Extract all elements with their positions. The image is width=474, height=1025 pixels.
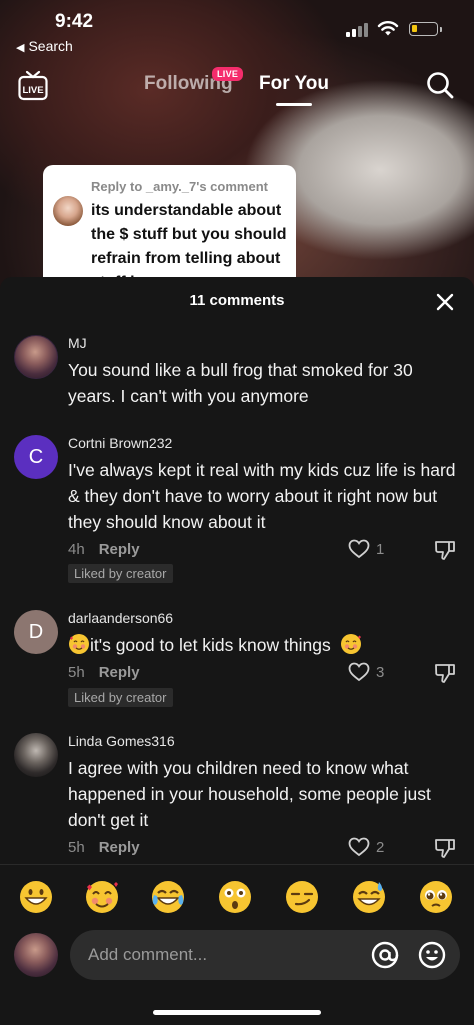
commenter-avatar[interactable] bbox=[14, 733, 58, 777]
pleading-face-icon[interactable] bbox=[418, 879, 454, 915]
heart-icon bbox=[348, 539, 370, 559]
like-button[interactable]: 2 bbox=[348, 837, 384, 857]
cellular-signal-icon bbox=[346, 23, 368, 37]
reply-button[interactable]: Reply bbox=[99, 839, 140, 856]
reply-commenter-avatar bbox=[53, 196, 83, 226]
reply-to-label: Reply to _amy._7's comment bbox=[91, 179, 268, 194]
emoji-quick-bar bbox=[0, 864, 474, 931]
smirking-face-icon[interactable] bbox=[284, 879, 320, 915]
battery-tip bbox=[440, 27, 442, 32]
comment-username[interactable]: MJ bbox=[68, 335, 87, 351]
dislike-icon[interactable] bbox=[434, 539, 456, 561]
like-count: 3 bbox=[376, 663, 385, 681]
like-count: 1 bbox=[376, 540, 385, 558]
mention-at-icon[interactable] bbox=[371, 941, 399, 969]
reply-button[interactable]: Reply bbox=[99, 541, 140, 558]
status-time: 9:42 bbox=[55, 11, 94, 32]
active-tab-indicator bbox=[276, 103, 312, 106]
back-link-label: Search bbox=[28, 38, 73, 54]
live-badge: LIVE bbox=[212, 67, 244, 81]
emoji-picker-icon[interactable] bbox=[418, 941, 446, 969]
comment-text: I've always kept it real with my kids cu… bbox=[68, 460, 456, 532]
comment-text-body: it's good to let kids know things bbox=[90, 635, 331, 655]
commenter-avatar[interactable]: C bbox=[14, 435, 58, 479]
face-with-tears-of-joy-icon[interactable] bbox=[150, 879, 186, 915]
comment-text: I agree with you children need to know w… bbox=[68, 758, 431, 830]
wifi-icon bbox=[377, 21, 399, 36]
smiling-face-with-hearts-icon bbox=[68, 633, 90, 662]
grinning-face-icon[interactable] bbox=[18, 879, 54, 915]
comment-meta: 5h Reply bbox=[68, 664, 140, 681]
reply-button[interactable]: Reply bbox=[99, 664, 140, 681]
heart-icon bbox=[348, 662, 370, 682]
avatar-letter: D bbox=[28, 620, 44, 643]
avatar-letter: C bbox=[28, 445, 44, 468]
battery-level bbox=[412, 25, 417, 32]
commenter-avatar[interactable] bbox=[14, 335, 58, 379]
liked-by-creator-tag: Liked by creator bbox=[68, 688, 173, 707]
comment-meta: 5h Reply bbox=[68, 839, 140, 856]
liked-by-creator-tag: Liked by creator bbox=[68, 564, 173, 583]
video-background[interactable]: 9:42 ◀ Search LIVE Following LIVE For You bbox=[0, 0, 474, 300]
battery-icon bbox=[409, 22, 438, 36]
comment-username[interactable]: darlaanderson66 bbox=[68, 610, 173, 626]
comment-text: it's good to let kids know things bbox=[68, 632, 458, 662]
comment-username[interactable]: Linda Gomes316 bbox=[68, 733, 175, 749]
home-indicator bbox=[153, 1010, 321, 1015]
heart-icon bbox=[348, 837, 370, 857]
comment-item: C Cortni Brown232 I've always kept it re… bbox=[0, 435, 474, 585]
comment-text: You sound like a bull frog that smoked f… bbox=[68, 360, 413, 406]
like-button[interactable]: 3 bbox=[348, 662, 384, 682]
comment-age: 4h bbox=[68, 541, 85, 558]
comment-age: 5h bbox=[68, 839, 85, 856]
tab-for-you[interactable]: For You bbox=[259, 73, 329, 95]
status-bar: 9:42 ◀ Search bbox=[0, 0, 474, 60]
dislike-icon[interactable] bbox=[434, 837, 456, 859]
dislike-icon[interactable] bbox=[434, 662, 456, 684]
comment-item: Linda Gomes316 I agree with you children… bbox=[0, 733, 474, 863]
close-icon[interactable] bbox=[434, 291, 456, 313]
comment-age: 5h bbox=[68, 664, 85, 681]
feed-tabs: Following LIVE For You bbox=[0, 67, 474, 106]
smiling-face-with-hearts-icon bbox=[340, 633, 362, 662]
like-button[interactable]: 1 bbox=[348, 539, 384, 559]
comment-meta: 4h Reply bbox=[68, 541, 140, 558]
astonished-face-icon[interactable] bbox=[217, 879, 253, 915]
comment-input-row bbox=[0, 930, 474, 990]
search-icon[interactable] bbox=[426, 71, 454, 99]
back-arrow-icon: ◀ bbox=[16, 42, 25, 54]
comment-username[interactable]: Cortni Brown232 bbox=[68, 435, 172, 451]
like-count: 2 bbox=[376, 838, 385, 856]
comment-item: D darlaanderson66 it's good to let kids … bbox=[0, 610, 474, 710]
smiling-face-with-hearts-icon[interactable] bbox=[84, 879, 120, 915]
my-avatar bbox=[14, 933, 58, 977]
commenter-avatar[interactable]: D bbox=[14, 610, 58, 654]
back-to-search-link[interactable]: ◀ Search bbox=[16, 38, 73, 54]
comment-item: MJ You sound like a bull frog that smoke… bbox=[0, 335, 474, 415]
grinning-face-with-sweat-icon[interactable] bbox=[351, 879, 387, 915]
add-comment-input[interactable] bbox=[70, 930, 460, 980]
comments-count-title: 11 comments bbox=[189, 292, 285, 309]
